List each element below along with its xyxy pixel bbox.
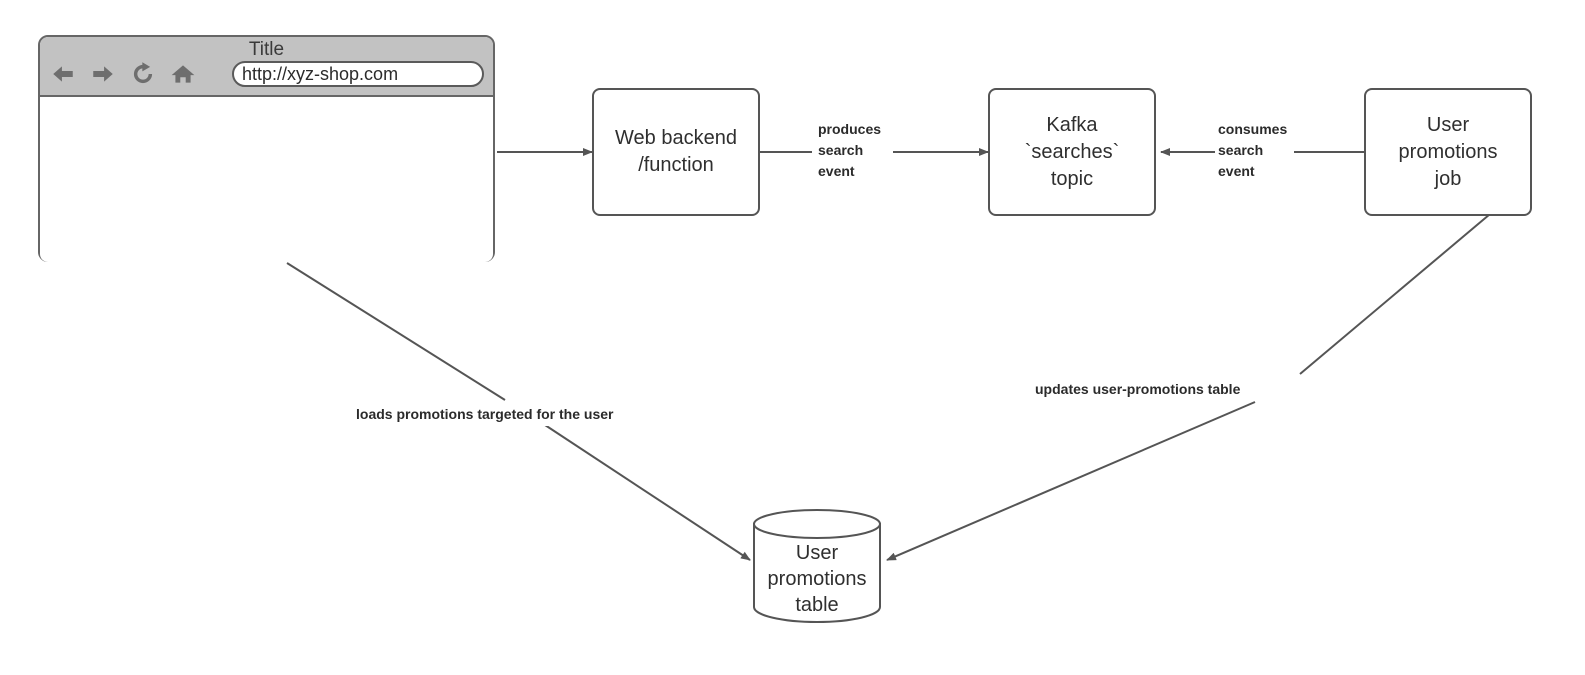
browser-title: Title [248,39,285,60]
edge-label-updates-promotions-table: updates user-promotions table [1032,378,1244,401]
edge-job-to-table-upper [1299,208,1497,375]
diagram-canvas: Title http://xyz-shop.com Web backend /f… [0,0,1585,675]
edge-label-loads-promotions: loads promotions targeted for the user [353,403,617,426]
edge-label-produces-search-event: produces search event [818,119,882,182]
node-promotions-table[interactable]: User promotions table [752,508,882,623]
node-web-backend[interactable]: Web backend /function [592,88,760,216]
edge-browser-to-table-upper [286,262,506,401]
node-kafka-topic[interactable]: Kafka `searches` topic [988,88,1156,216]
url-input[interactable]: http://xyz-shop.com [232,61,484,87]
node-web-backend-label: Web backend /function [615,127,737,176]
browser-nav-icons [50,61,196,87]
browser-viewport[interactable] [40,97,493,262]
home-icon[interactable] [170,61,196,87]
node-promotions-job-label: User promotions job [1398,113,1498,190]
node-promotions-job[interactable]: User promotions job [1364,88,1532,216]
edge-browser-to-table-lower [544,424,751,561]
browser-toolbar: Title http://xyz-shop.com [40,37,493,97]
browser-window[interactable]: Title http://xyz-shop.com [38,35,495,262]
edge-job-to-table-lower [886,401,1256,561]
node-promotions-table-label: User promotions table [767,542,867,616]
reload-icon[interactable] [130,61,156,87]
edge-label-consumes-search-event: consumes search event [1218,119,1288,182]
forward-icon[interactable] [90,61,116,87]
node-kafka-topic-label: Kafka `searches` topic [1024,113,1120,190]
back-icon[interactable] [50,61,76,87]
